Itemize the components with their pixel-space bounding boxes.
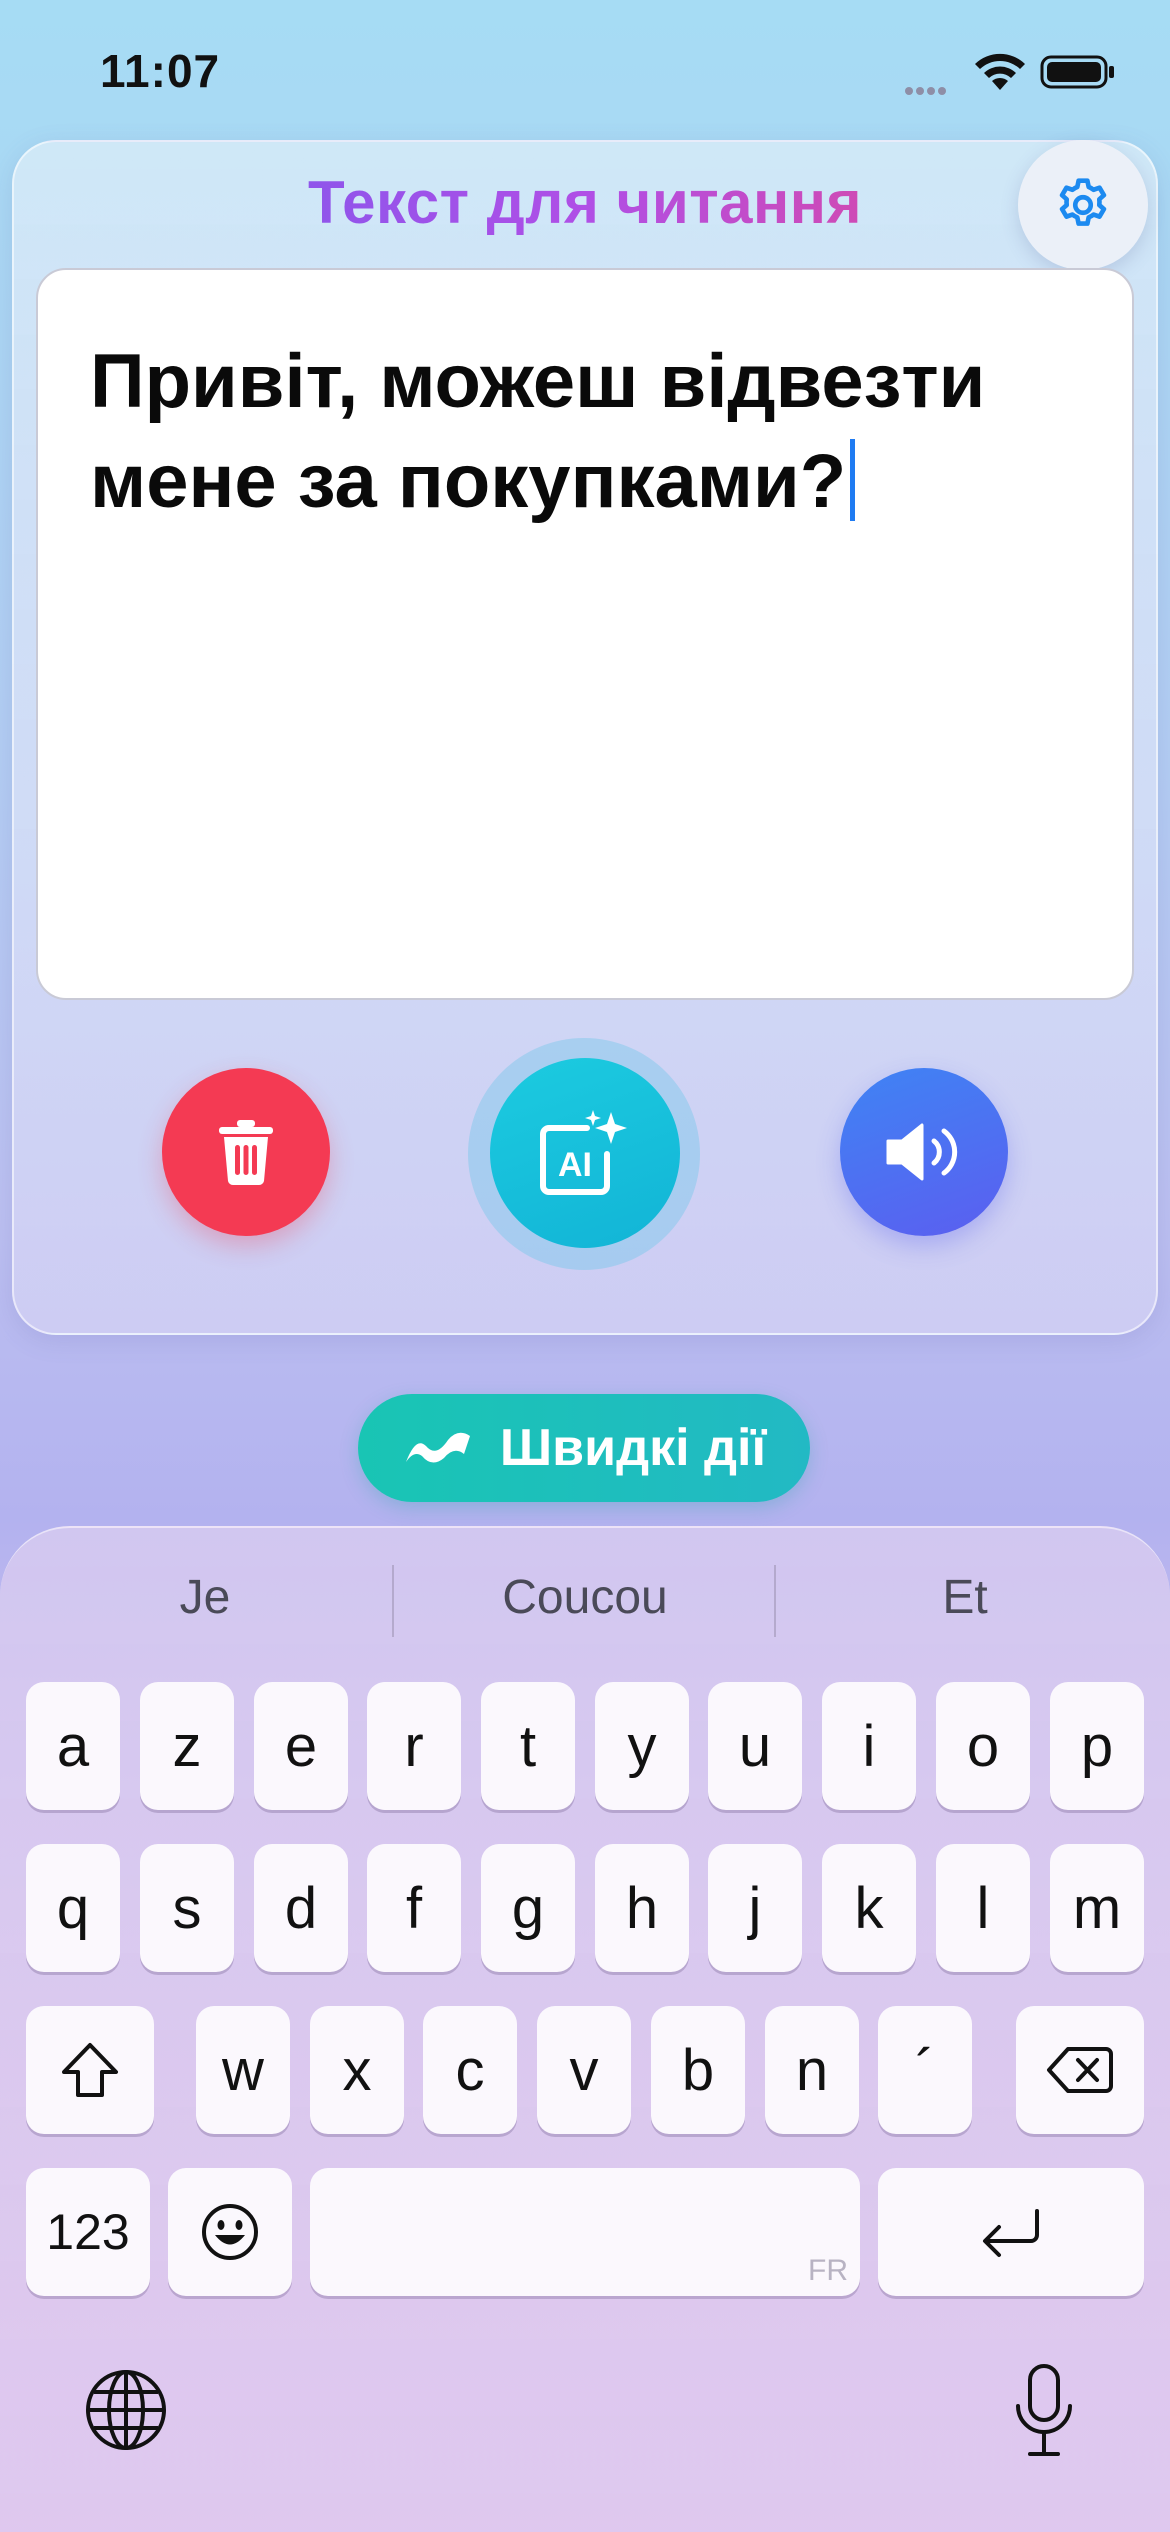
key-m[interactable]: m xyxy=(1050,1844,1144,1972)
speak-button[interactable] xyxy=(840,1068,1008,1236)
key-d[interactable]: d xyxy=(254,1844,348,1972)
ai-label: AI xyxy=(558,1146,592,1184)
key-w[interactable]: w xyxy=(196,2006,290,2134)
key-j[interactable]: j xyxy=(708,1844,802,1972)
suggestion-2[interactable]: Coucou xyxy=(420,1570,750,1625)
shift-arrow-icon xyxy=(62,2043,118,2097)
suggestion-3[interactable]: Et xyxy=(800,1570,1130,1625)
key-a[interactable]: a xyxy=(26,1682,120,1810)
text-line-1: Привіт, можеш відвезти xyxy=(90,339,986,424)
numbers-key[interactable]: 123 xyxy=(26,2168,150,2296)
backspace-icon xyxy=(1047,2047,1113,2093)
space-key[interactable]: FR xyxy=(310,2168,860,2296)
key-r[interactable]: r xyxy=(367,1682,461,1810)
key-t[interactable]: t xyxy=(481,1682,575,1810)
return-key[interactable] xyxy=(878,2168,1144,2296)
ai-sparkle-icon: AI xyxy=(540,1110,627,1195)
key-k[interactable]: k xyxy=(822,1844,916,1972)
key-s[interactable]: s xyxy=(140,1844,234,1972)
key-p[interactable]: p xyxy=(1050,1682,1144,1810)
text-caret xyxy=(850,439,856,521)
return-arrow-icon xyxy=(983,2209,1039,2257)
keyboard-language-tag: FR xyxy=(808,2254,848,2287)
speaker-icon xyxy=(886,1123,958,1181)
zigzag-icon xyxy=(405,1432,470,1463)
suggestion-divider xyxy=(392,1565,394,1637)
key-u[interactable]: u xyxy=(708,1682,802,1810)
key-g[interactable]: g xyxy=(481,1844,575,1972)
key-f[interactable]: f xyxy=(367,1844,461,1972)
key-acute-accent[interactable]: ´ xyxy=(878,2006,972,2134)
key-v[interactable]: v xyxy=(537,2006,631,2134)
battery-icon xyxy=(1040,55,1114,89)
key-i[interactable]: i xyxy=(822,1682,916,1810)
key-h[interactable]: h xyxy=(595,1844,689,1972)
key-y[interactable]: y xyxy=(595,1682,689,1810)
microphone-icon[interactable] xyxy=(1010,2362,1078,2462)
delete-button[interactable] xyxy=(162,1068,330,1236)
text-input-area[interactable]: Привіт, можеш відвезти мене за покупками… xyxy=(36,268,1134,1000)
gear-icon xyxy=(1059,178,1107,226)
backspace-key[interactable] xyxy=(1016,2006,1144,2134)
emoji-icon xyxy=(202,2204,258,2260)
key-x[interactable]: x xyxy=(310,2006,404,2134)
status-bar: 11:07 xyxy=(0,0,1170,140)
settings-button[interactable] xyxy=(1018,140,1148,270)
emoji-key[interactable] xyxy=(168,2168,292,2296)
key-z[interactable]: z xyxy=(140,1682,234,1810)
wifi-icon xyxy=(975,53,1025,90)
quick-actions-button[interactable]: Швидкі дії xyxy=(358,1394,810,1502)
text-line-2: мене за покупками? xyxy=(90,439,847,524)
status-time: 11:07 xyxy=(100,45,221,97)
trash-icon xyxy=(219,1120,273,1186)
cellular-signal-icon xyxy=(905,82,957,95)
key-b[interactable]: b xyxy=(651,2006,745,2134)
shift-key[interactable] xyxy=(26,2006,154,2134)
text-content: Привіт, можеш відвезти мене за покупками… xyxy=(90,332,1100,532)
key-n[interactable]: n xyxy=(765,2006,859,2134)
key-l[interactable]: l xyxy=(936,1844,1030,1972)
key-e[interactable]: e xyxy=(254,1682,348,1810)
ai-button[interactable]: AI xyxy=(490,1058,680,1248)
key-q[interactable]: q xyxy=(26,1844,120,1972)
key-o[interactable]: o xyxy=(936,1682,1030,1810)
globe-icon[interactable] xyxy=(84,2368,168,2452)
key-c[interactable]: c xyxy=(423,2006,517,2134)
card-title: Текст для читання xyxy=(0,168,1170,237)
suggestion-1[interactable]: Je xyxy=(40,1570,370,1625)
suggestion-divider xyxy=(774,1565,776,1637)
quick-actions-label: Швидкі дії xyxy=(499,1419,767,1477)
